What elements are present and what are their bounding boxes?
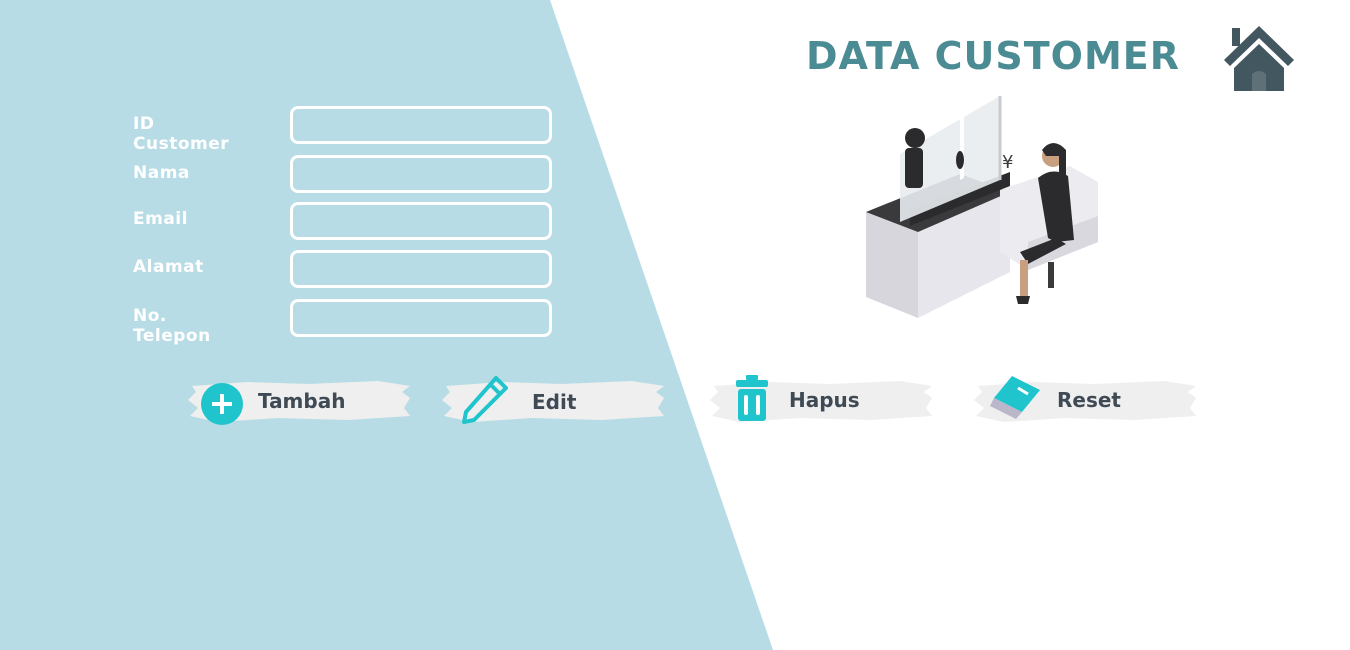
edit-label: Edit <box>532 390 577 414</box>
eraser-icon <box>990 376 1040 419</box>
customer-service-illustration: ¥ <box>860 92 1110 322</box>
svg-text:¥: ¥ <box>1002 152 1013 173</box>
tambah-label: Tambah <box>258 389 346 413</box>
home-icon[interactable] <box>1222 22 1296 92</box>
nama-label: Nama <box>133 163 190 183</box>
no-telepon-label: No. Telepon <box>133 306 211 346</box>
reset-label: Reset <box>1057 388 1121 412</box>
hapus-label: Hapus <box>789 388 860 412</box>
id-customer-label: ID Customer <box>133 114 230 154</box>
plus-circle-icon <box>201 383 243 425</box>
hapus-button[interactable]: Hapus <box>710 375 932 422</box>
alamat-field[interactable] <box>290 250 552 288</box>
no-telepon-field[interactable] <box>290 299 552 337</box>
tambah-button[interactable]: Tambah <box>188 378 410 425</box>
nama-field[interactable] <box>290 155 552 193</box>
reset-button[interactable]: Reset <box>974 376 1196 422</box>
email-field[interactable] <box>290 202 552 240</box>
pencil-icon <box>462 376 508 424</box>
alamat-label: Alamat <box>133 257 204 277</box>
edit-button[interactable]: Edit <box>442 376 664 424</box>
id-customer-field[interactable] <box>290 106 552 144</box>
page-title: DATA CUSTOMER <box>806 34 1180 78</box>
trash-icon <box>736 375 768 421</box>
email-label: Email <box>133 209 188 229</box>
